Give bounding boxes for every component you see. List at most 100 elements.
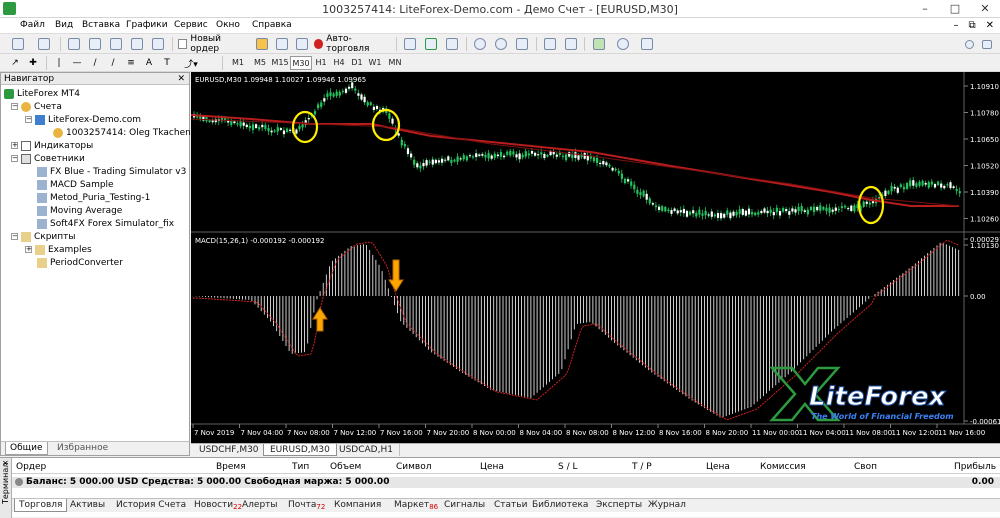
terminal-tab[interactable]: Торговля — [14, 499, 68, 512]
trendline-icon[interactable]: ∕ — [88, 56, 102, 70]
tf-m15[interactable]: M15 — [270, 56, 290, 70]
collapse-icon[interactable]: − — [11, 233, 18, 240]
tab-favorites[interactable]: Избранное — [53, 442, 112, 455]
cursor-icon[interactable]: ↗ — [8, 56, 22, 70]
col-time[interactable]: Время — [216, 462, 246, 472]
candlestick-icon[interactable] — [423, 37, 439, 51]
menu-help[interactable]: Справка — [252, 20, 292, 30]
terminal-icon[interactable] — [129, 37, 145, 51]
profiles-icon[interactable] — [34, 37, 54, 51]
tree-experts[interactable]: − Советники — [11, 152, 85, 165]
mdi-minimize-icon[interactable]: – — [953, 20, 958, 31]
terminal-tab[interactable]: Активы — [66, 499, 109, 512]
menu-charts[interactable]: Графики — [126, 20, 168, 30]
horizontal-line-icon[interactable]: — — [70, 56, 84, 70]
terminal-tab[interactable]: Статьи — [490, 499, 531, 512]
auto-scroll-icon[interactable] — [542, 37, 558, 51]
signals-icon[interactable] — [274, 37, 290, 51]
crosshair-icon[interactable]: ✚ — [26, 56, 40, 70]
terminal-tab[interactable]: Сигналы — [440, 499, 489, 512]
indicators-icon[interactable] — [588, 37, 610, 51]
zoom-in-icon[interactable] — [472, 37, 488, 51]
zoom-out-icon[interactable] — [493, 37, 509, 51]
line-chart-icon[interactable] — [444, 37, 460, 51]
tf-m1[interactable]: M1 — [228, 56, 248, 70]
templates-icon[interactable] — [636, 37, 658, 51]
menu-view[interactable]: Вид — [55, 20, 73, 30]
tester-icon[interactable] — [150, 37, 166, 51]
balance-row[interactable]: Баланс: 5 000.00 USD Средства: 5 000.00 … — [12, 477, 1000, 488]
tree-accounts[interactable]: − Счета — [11, 100, 62, 113]
new-order-button[interactable]: Новый ордер — [178, 34, 248, 54]
close-icon[interactable]: ✕ — [970, 0, 1000, 18]
tf-mn[interactable]: MN — [384, 56, 406, 70]
tf-h1[interactable]: H1 — [312, 56, 330, 70]
vertical-line-icon[interactable]: | — [52, 56, 66, 70]
new-chart-icon[interactable] — [8, 37, 28, 51]
col-sl[interactable]: S / L — [558, 462, 577, 472]
terminal-tab[interactable]: Журнал — [644, 499, 690, 512]
navigator-icon[interactable] — [108, 37, 124, 51]
market-icon[interactable] — [294, 37, 310, 51]
terminal-tab[interactable]: Маркет86 — [390, 499, 442, 512]
auto-trading-button[interactable]: Авто-торговля — [314, 34, 390, 54]
channel-icon[interactable]: ∕ — [106, 56, 120, 70]
tree-account[interactable]: 1003257414: Oleg Tkachenko-N — [53, 126, 211, 139]
bar-chart-icon[interactable] — [402, 37, 418, 51]
col-tp[interactable]: T / P — [632, 462, 652, 472]
tree-expert-item[interactable]: Soft4FX Forex Simulator_fix — [37, 217, 174, 230]
col-volume[interactable]: Объем — [330, 462, 361, 472]
mdi-close-icon[interactable]: ✕ — [986, 20, 994, 31]
chart-tab[interactable]: USDCHF,M30 — [193, 444, 266, 456]
tree-expert-item[interactable]: Metod_Puria_Testing-1 — [37, 191, 150, 204]
market-watch-icon[interactable] — [66, 37, 82, 51]
tf-m5[interactable]: M5 — [250, 56, 270, 70]
chart-shift-icon[interactable] — [563, 37, 579, 51]
collapse-icon[interactable]: − — [11, 155, 18, 162]
col-profit[interactable]: Прибыль — [954, 462, 996, 472]
col-swap[interactable]: Своп — [854, 462, 877, 472]
tree-server[interactable]: − LiteForex-Demo.com — [25, 113, 141, 126]
terminal-tab[interactable]: Почта72 — [284, 499, 329, 512]
expand-icon[interactable]: + — [25, 246, 32, 253]
tree-scripts[interactable]: − Скрипты — [11, 230, 76, 243]
tf-w1[interactable]: W1 — [366, 56, 384, 70]
tree-script-item[interactable]: + Examples — [25, 243, 92, 256]
collapse-icon[interactable]: − — [11, 103, 18, 110]
metaeditor-icon[interactable] — [254, 37, 270, 51]
menu-file[interactable]: Файл — [20, 20, 45, 30]
search-icon[interactable] — [962, 37, 976, 51]
col-price[interactable]: Цена — [480, 462, 504, 472]
collapse-icon[interactable]: − — [25, 116, 32, 123]
tree-script-item[interactable]: PeriodConverter — [37, 256, 123, 269]
terminal-tab[interactable]: Библиотека — [528, 499, 592, 512]
terminal-tab[interactable]: Алерты — [238, 499, 282, 512]
tree-expert-item[interactable]: FX Blue - Trading Simulator v3 — [37, 165, 186, 178]
col-commission[interactable]: Комиссия — [760, 462, 806, 472]
tree-expert-item[interactable]: MACD Sample — [37, 178, 114, 191]
col-type[interactable]: Тип — [292, 462, 309, 472]
tree-expert-item[interactable]: Moving Average — [37, 204, 122, 217]
navigator-close-icon[interactable]: ✕ — [177, 73, 185, 85]
col-price-current[interactable]: Цена — [706, 462, 730, 472]
tf-h4[interactable]: H4 — [330, 56, 348, 70]
chart-canvas[interactable]: EURUSD,M30 1.09948 1.10027 1.09946 1.099… — [190, 72, 1000, 443]
col-symbol[interactable]: Символ — [396, 462, 432, 472]
terminal-tab[interactable]: История Счета — [112, 499, 190, 512]
tf-m30[interactable]: M30 — [290, 56, 312, 70]
expand-icon[interactable]: + — [11, 142, 18, 149]
tile-windows-icon[interactable] — [514, 37, 530, 51]
periods-icon[interactable] — [612, 37, 634, 51]
col-order[interactable]: Ордер — [16, 462, 46, 472]
tree-root[interactable]: LiteForex MT4 — [4, 87, 80, 100]
tf-d1[interactable]: D1 — [348, 56, 366, 70]
minimize-icon[interactable]: – — [910, 0, 940, 18]
label-tool-icon[interactable]: T — [160, 56, 174, 70]
tab-common[interactable]: Общие — [5, 442, 48, 455]
chart-window[interactable]: EURUSD,M30 1.09948 1.10027 1.09946 1.099… — [190, 72, 1000, 443]
menu-tools[interactable]: Сервис — [174, 20, 208, 30]
text-tool-icon[interactable]: A — [142, 56, 156, 70]
data-window-icon[interactable] — [87, 37, 103, 51]
chart-tab[interactable]: USDCAD,H1 — [333, 444, 400, 456]
menu-insert[interactable]: Вставка — [82, 20, 120, 30]
